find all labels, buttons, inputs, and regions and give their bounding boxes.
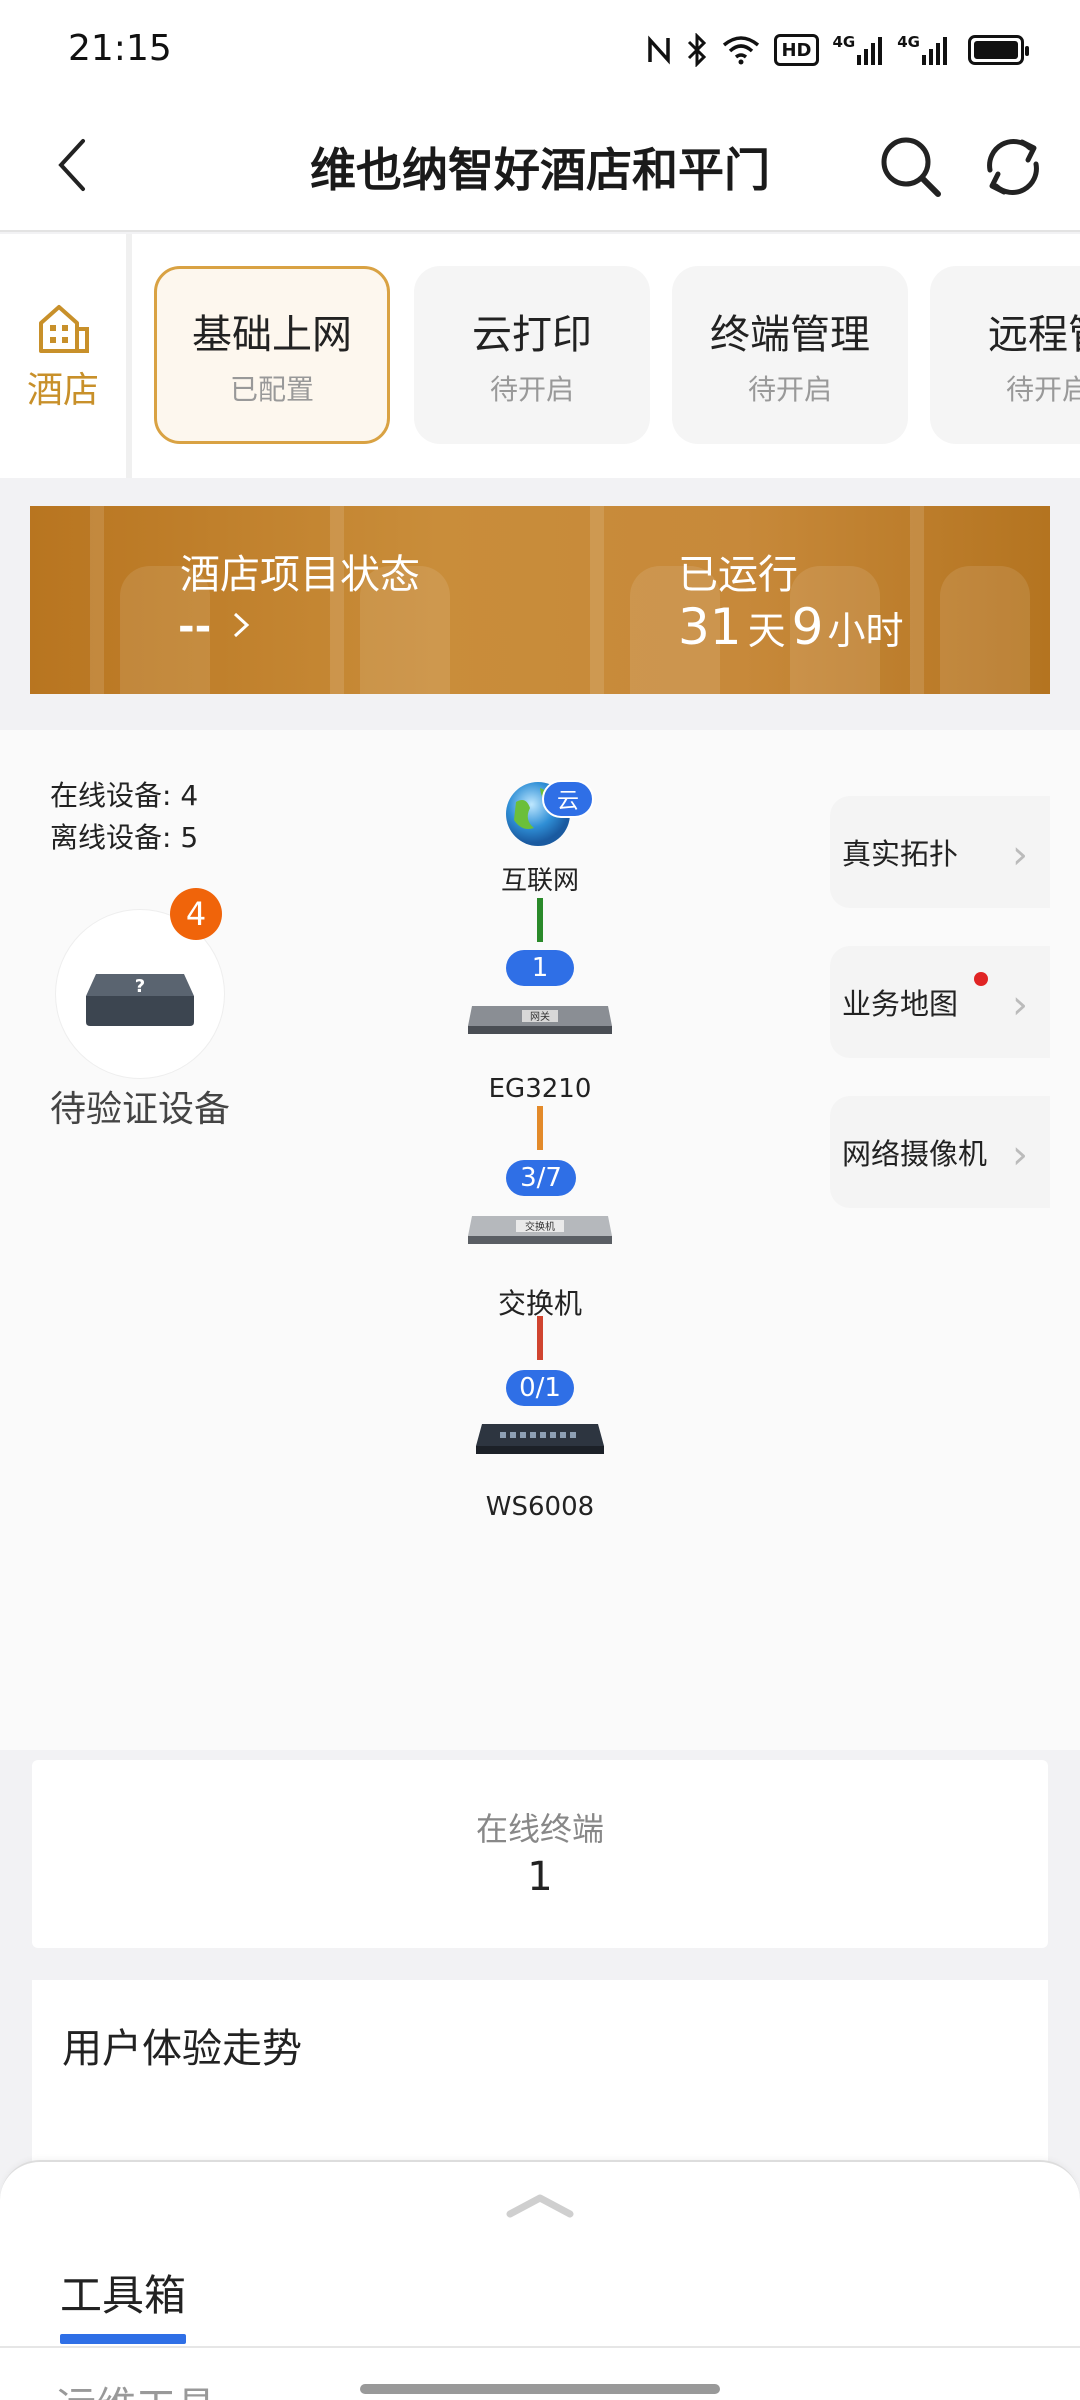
gateway-icon: 网关: [468, 1006, 612, 1034]
uptime-label: 已运行: [678, 552, 798, 598]
user-experience-trend-title: 用户体验走势: [62, 2026, 302, 2072]
divider: [0, 2346, 1080, 2348]
category-label: 酒店: [26, 370, 99, 411]
project-status-text: --: [178, 604, 212, 650]
status-time: 21:15: [68, 28, 172, 69]
gateway-label: EG3210: [488, 1074, 592, 1104]
module-row: 酒店 基础上网 已配置 云打印 待开启 终端管理 待开启 远程管 待开启: [0, 234, 1080, 478]
wireless-controller-device[interactable]: [474, 1420, 606, 1460]
module-title: 终端管理: [710, 312, 870, 358]
switch-icon: 交换机: [468, 1216, 612, 1244]
module-card-remote[interactable]: 远程管 待开启: [930, 266, 1080, 444]
signal-icon: 4G: [833, 30, 884, 70]
project-status-banner[interactable]: 酒店项目状态 -- 已运行 31 天 9 小时: [30, 506, 1050, 694]
status-bar: 21:15 HD 4G 4G: [0, 0, 1080, 100]
module-card-terminal-management[interactable]: 终端管理 待开启: [672, 266, 908, 444]
link-switch-ws: [537, 1316, 543, 1360]
chevron-up-icon: [506, 2194, 574, 2218]
business-map-button[interactable]: 业务地图 ›: [830, 946, 1050, 1058]
wifi-icon: [722, 30, 760, 70]
module-title: 基础上网: [192, 312, 352, 358]
business-map-label: 业务地图: [842, 987, 959, 1021]
refresh-icon: [987, 139, 1039, 195]
chevron-right-icon: ›: [1012, 1132, 1028, 1178]
ws-label: WS6008: [485, 1492, 595, 1522]
project-status-label: 酒店项目状态: [180, 552, 420, 598]
uptime-value: 31 天 9 小时: [678, 598, 904, 656]
module-status: 待开启: [1005, 373, 1080, 406]
expand-handle[interactable]: [506, 2192, 574, 2218]
pending-count-badge: 4: [170, 888, 222, 940]
online-terminals-label: 在线终端: [475, 1810, 604, 1848]
ops-tools-section-title: 运维工具: [56, 2374, 216, 2400]
internet-label: 互联网: [500, 866, 579, 896]
gesture-navigation-bar[interactable]: [360, 2384, 720, 2394]
chevron-right-icon: [234, 612, 250, 638]
port-badge: 1: [506, 950, 574, 986]
network-topology: 在线设备: 4 离线设备: 5 ? 4 待验证设备 云 互联网 1 网关 EG3…: [0, 730, 1080, 1750]
chevron-right-icon: ›: [1012, 982, 1028, 1028]
toolbox-sheet: 工具箱 运维工具: [0, 2160, 1080, 2400]
switch-tag: 交换机: [525, 1220, 555, 1233]
pending-device-label: 待验证设备: [50, 1089, 231, 1130]
app-header: 维也纳智好酒店和平门: [0, 100, 1080, 232]
hd-icon: HD: [774, 34, 819, 66]
gateway-device[interactable]: 网关: [466, 998, 614, 1038]
nfc-icon: [646, 30, 672, 70]
real-topology-button[interactable]: 真实拓扑 ›: [830, 796, 1050, 908]
refresh-button[interactable]: [978, 132, 1048, 202]
tab-toolbox[interactable]: 工具箱: [60, 2262, 186, 2323]
battery-icon: [968, 30, 1029, 70]
module-title: 远程管: [988, 312, 1080, 358]
search-button[interactable]: [876, 132, 946, 202]
online-terminals-card[interactable]: 在线终端 1: [32, 1760, 1048, 1948]
user-experience-trend-card: 用户体验走势: [32, 1980, 1048, 2180]
project-status-value[interactable]: --: [178, 604, 253, 650]
module-status: 已配置: [229, 373, 314, 406]
offline-devices-count: 离线设备: 5: [50, 821, 199, 854]
module-card-basic-internet[interactable]: 基础上网 已配置: [154, 266, 390, 444]
module-title: 云打印: [472, 312, 592, 358]
link-internet-gateway: [537, 898, 543, 942]
notification-dot: [974, 972, 988, 986]
module-status: 待开启: [489, 373, 574, 406]
chevron-right-icon: ›: [1012, 832, 1028, 878]
status-icons: HD 4G 4G: [646, 30, 1029, 70]
network-camera-label: 网络摄像机: [842, 1137, 988, 1171]
search-icon: [881, 137, 941, 197]
gateway-tag: 网关: [530, 1010, 550, 1023]
switch-device[interactable]: 交换机: [466, 1210, 614, 1250]
access-controller-icon: [476, 1424, 604, 1454]
svg-text:?: ?: [135, 976, 145, 997]
category-hotel[interactable]: 酒店: [0, 234, 132, 478]
bluetooth-icon: [686, 30, 708, 70]
port-badge: 0/1: [506, 1370, 574, 1406]
online-terminals-value: 1: [527, 1854, 553, 1900]
network-camera-button[interactable]: 网络摄像机 ›: [830, 1096, 1050, 1208]
building-icon: [39, 305, 89, 353]
port-badge: 3/7: [506, 1160, 576, 1196]
link-gateway-switch: [537, 1106, 543, 1150]
signal-icon-2: 4G: [897, 30, 948, 70]
tab-active-indicator: [60, 2334, 186, 2344]
cloud-badge: 云: [542, 780, 594, 818]
real-topology-label: 真实拓扑: [842, 837, 959, 871]
module-card-cloud-print[interactable]: 云打印 待开启: [414, 266, 650, 444]
online-devices-count: 在线设备: 4: [50, 779, 199, 812]
module-status: 待开启: [747, 373, 832, 406]
